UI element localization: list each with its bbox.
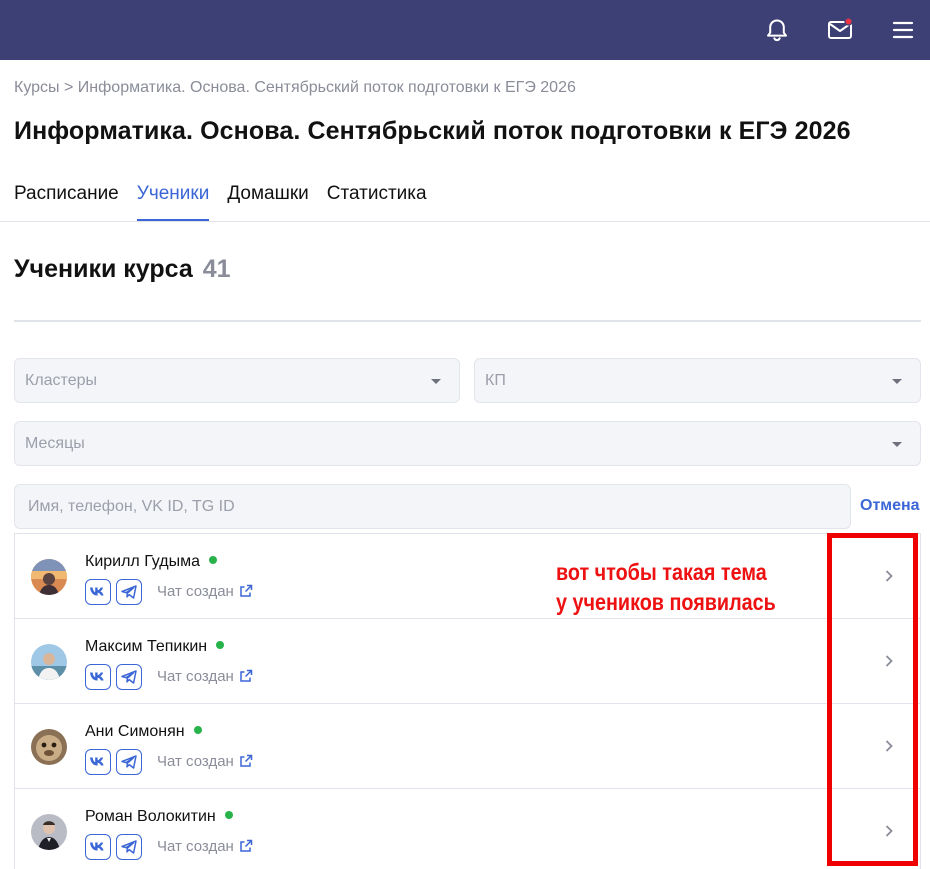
- student-row[interactable]: Ани Симонян Чат создан: [14, 703, 921, 788]
- students-list: Кирилл Гудыма Чат создан Максим Тепикин: [14, 533, 921, 869]
- bell-icon[interactable]: [763, 16, 791, 44]
- avatar: [31, 644, 67, 680]
- student-row[interactable]: Максим Тепикин Чат создан: [14, 618, 921, 703]
- telegram-icon[interactable]: [116, 749, 142, 775]
- student-search-input[interactable]: [14, 484, 851, 529]
- student-name: Максим Тепикин: [85, 638, 225, 656]
- student-row[interactable]: Роман Волокитин Чат создан: [14, 788, 921, 869]
- chevron-right-icon[interactable]: [883, 824, 895, 838]
- chat-created-link[interactable]: Чат создан: [157, 838, 253, 855]
- menu-icon[interactable]: [889, 16, 917, 44]
- chat-created-link[interactable]: Чат создан: [157, 753, 253, 770]
- clusters-select-placeholder: Кластеры: [25, 372, 97, 389]
- external-link-icon: [240, 754, 253, 767]
- chevron-right-icon[interactable]: [883, 739, 895, 753]
- annotation-line-2: у учеников появилась: [556, 589, 776, 615]
- chat-created-link[interactable]: Чат создан: [157, 583, 253, 600]
- kp-select[interactable]: КП: [474, 358, 921, 403]
- student-name: Ани Симонян: [85, 723, 202, 741]
- tab-homework[interactable]: Домашки: [227, 183, 308, 221]
- external-link-icon: [240, 669, 253, 682]
- students-section-title: Ученики курса 41: [14, 255, 231, 284]
- chevron-right-icon[interactable]: [883, 569, 895, 583]
- avatar: [31, 814, 67, 850]
- student-name: Кирилл Гудыма: [85, 553, 218, 571]
- course-tabs: Расписание Ученики Домашки Статистика: [14, 183, 427, 221]
- student-row[interactable]: Кирилл Гудыма Чат создан: [14, 533, 921, 618]
- tabs-divider: [0, 221, 930, 222]
- chevron-down-icon: [892, 442, 902, 447]
- top-navigation-bar: [0, 0, 930, 60]
- months-select[interactable]: Месяцы: [14, 421, 921, 466]
- clusters-select[interactable]: Кластеры: [14, 358, 460, 403]
- section-divider: [14, 320, 921, 322]
- tab-students[interactable]: Ученики: [136, 183, 210, 221]
- online-status-dot: [209, 556, 218, 564]
- months-select-placeholder: Месяцы: [25, 435, 85, 452]
- student-name: Роман Волокитин: [85, 808, 233, 826]
- telegram-icon[interactable]: [116, 664, 142, 690]
- cancel-search-button[interactable]: Отмена: [860, 497, 920, 515]
- annotation-text: вот чтобы такая тема у учеников появилас…: [556, 557, 776, 617]
- students-section-label: Ученики курса: [14, 255, 193, 283]
- telegram-icon[interactable]: [116, 834, 142, 860]
- vk-icon[interactable]: [85, 664, 111, 690]
- tab-statistics[interactable]: Статистика: [327, 183, 427, 221]
- students-count: 41: [202, 255, 231, 283]
- external-link-icon: [240, 584, 253, 597]
- page-title: Информатика. Основа. Сентябрьский поток …: [14, 117, 851, 145]
- external-link-icon: [240, 839, 253, 852]
- mail-icon[interactable]: [826, 16, 854, 44]
- online-status-dot: [216, 641, 225, 649]
- vk-icon[interactable]: [85, 749, 111, 775]
- vk-icon[interactable]: [85, 834, 111, 860]
- online-status-dot: [224, 811, 233, 819]
- avatar: [31, 729, 67, 765]
- kp-select-placeholder: КП: [485, 372, 506, 389]
- telegram-icon[interactable]: [116, 579, 142, 605]
- chevron-down-icon: [892, 379, 902, 384]
- breadcrumb-courses-link[interactable]: Курсы: [14, 79, 60, 96]
- vk-icon[interactable]: [85, 579, 111, 605]
- chevron-down-icon: [431, 379, 441, 384]
- breadcrumb-separator: >: [64, 79, 74, 96]
- annotation-line-1: вот чтобы такая тема: [556, 559, 767, 585]
- breadcrumb-current: Информатика. Основа. Сентябрьский поток …: [77, 79, 576, 96]
- chevron-right-icon[interactable]: [883, 654, 895, 668]
- chat-created-link[interactable]: Чат создан: [157, 668, 253, 685]
- avatar: [31, 559, 67, 595]
- breadcrumb: Курсы > Информатика. Основа. Сентябрьски…: [14, 79, 576, 97]
- tab-schedule[interactable]: Расписание: [14, 183, 119, 221]
- online-status-dot: [193, 726, 202, 734]
